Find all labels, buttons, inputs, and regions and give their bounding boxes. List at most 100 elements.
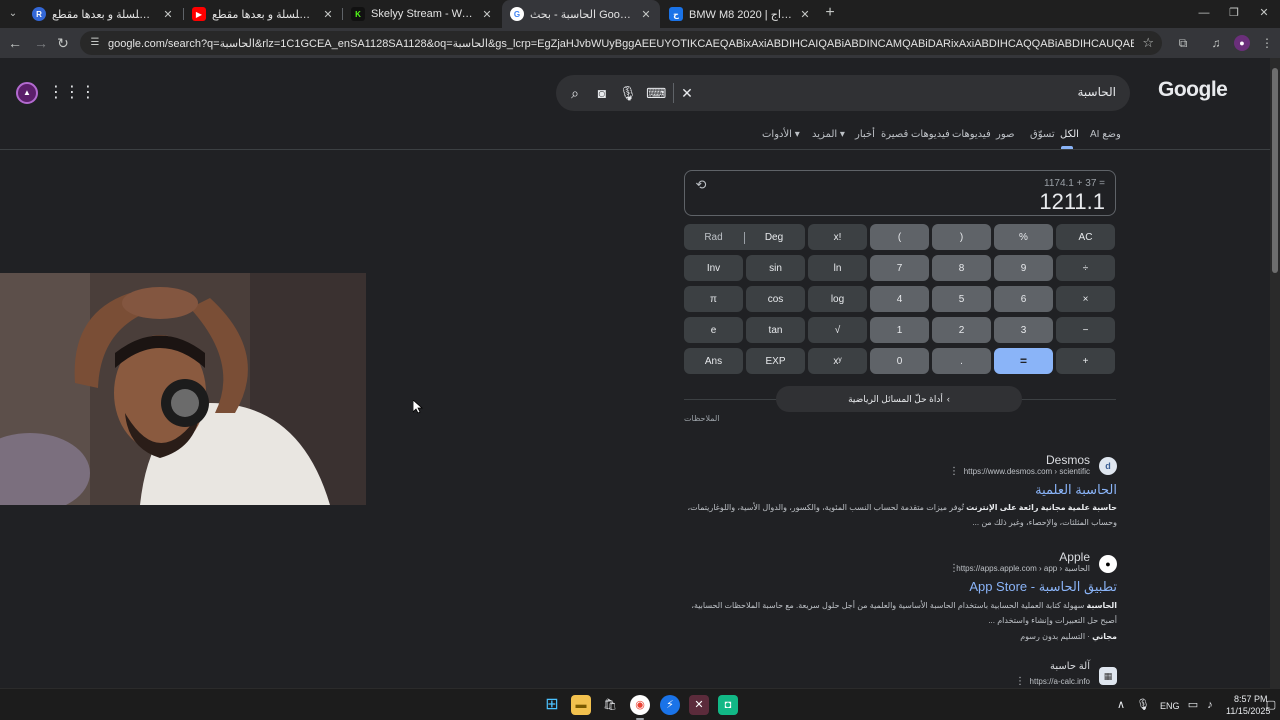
calc-key[interactable]: × xyxy=(1056,286,1115,312)
math-solver-link[interactable]: › أداة حلّ المسائل الرياضية xyxy=(776,386,1022,412)
calc-key[interactable]: x! xyxy=(808,224,867,250)
extensions-icon[interactable]: ⧉ xyxy=(1174,34,1192,52)
store-icon[interactable]: 🛍 xyxy=(600,695,620,715)
calc-key[interactable]: sin xyxy=(746,255,805,281)
calc-key[interactable]: log xyxy=(808,286,867,312)
calc-key[interactable]: e xyxy=(684,317,743,343)
notification-icon[interactable]: ▢ xyxy=(1264,698,1278,712)
result-title-link[interactable]: تطبيق الحاسبة - App Store xyxy=(969,579,1117,595)
calc-key[interactable]: √ xyxy=(808,317,867,343)
calc-key[interactable]: 2 xyxy=(932,317,991,343)
back-button[interactable]: ← xyxy=(6,34,24,52)
tab-images[interactable]: صور xyxy=(996,129,1015,140)
calc-key[interactable]: ( xyxy=(870,224,929,250)
new-tab-button[interactable]: + xyxy=(822,5,838,21)
calc-key[interactable]: EXP xyxy=(746,348,805,374)
language-indicator[interactable]: ENG xyxy=(1160,701,1180,711)
tab-ai-mode[interactable]: وضع AI xyxy=(1090,129,1121,140)
calc-key[interactable]: 1 xyxy=(870,317,929,343)
calc-key[interactable]: − xyxy=(1056,317,1115,343)
chrome-icon[interactable]: ◉ xyxy=(630,695,650,715)
keyboard-icon[interactable]: ⌨ xyxy=(646,84,666,102)
menu-kebab-icon[interactable]: ⋮ xyxy=(1258,34,1276,52)
browser-tab-active[interactable]: G الحاسبة - بحث Google ✕ xyxy=(502,0,660,28)
media-controls-icon[interactable]: ♫ xyxy=(1207,34,1225,52)
windows-start-icon[interactable]: ⊞ xyxy=(542,695,562,715)
result-site-name[interactable]: آلة حاسبة xyxy=(1050,661,1090,672)
feedback-link[interactable]: الملاحظات xyxy=(684,414,720,423)
clear-search-icon[interactable]: ✕ xyxy=(678,84,696,102)
tab-news[interactable]: أخبار xyxy=(855,129,875,140)
calc-key[interactable]: + xyxy=(1056,348,1115,374)
tab-tools[interactable]: ▾ الأدوات xyxy=(762,129,800,140)
search-icon[interactable]: ⌕ xyxy=(566,84,584,102)
tab-search-icon[interactable]: ⌄ xyxy=(4,4,22,22)
calc-key[interactable]: 4 xyxy=(870,286,929,312)
page-scrollbar[interactable] xyxy=(1270,58,1280,688)
result-title-link[interactable]: الحاسبة العلمية xyxy=(1035,482,1117,498)
calc-key[interactable]: cos xyxy=(746,286,805,312)
reload-button[interactable]: ↻ xyxy=(54,34,72,52)
capcut-icon[interactable]: ✕ xyxy=(689,695,709,715)
tab-all[interactable]: الكل xyxy=(1060,129,1079,140)
search-box[interactable]: الحاسبة ⌕ ◙ 🎙 ⌨ ✕ xyxy=(556,75,1130,111)
browser-tab[interactable]: ▶ تتكلم عن السلسلة و بعدها مقطع ✕ xyxy=(184,2,342,26)
calc-key[interactable]: 7 xyxy=(870,255,929,281)
calc-key[interactable]: ÷ xyxy=(1056,255,1115,281)
more-options-icon[interactable]: ⋮ xyxy=(1015,676,1025,687)
calc-key[interactable]: % xyxy=(994,224,1053,250)
browser-tab[interactable]: K Skelyy Stream - Watch Live on ✕ xyxy=(343,2,501,26)
close-tab-icon[interactable]: ✕ xyxy=(799,8,811,21)
clock-time[interactable]: 8:57 PM xyxy=(1234,694,1268,704)
more-options-icon[interactable]: ⋮ xyxy=(949,466,959,477)
browser-tab[interactable]: R تتكلم عن السلسلة و بعدها مقطع ✕ xyxy=(24,2,182,26)
tray-chevron-icon[interactable]: ∧ xyxy=(1114,698,1128,712)
history-icon[interactable]: ⟲ xyxy=(693,177,709,193)
close-tab-icon[interactable]: ✕ xyxy=(481,8,493,21)
result-url[interactable]: https://www.desmos.com › scientific xyxy=(964,467,1090,476)
microphone-tray-icon[interactable]: 🎙 xyxy=(1136,698,1150,712)
app-icon[interactable]: ⚡ xyxy=(660,695,680,715)
tab-more[interactable]: ▾ المزيد xyxy=(812,129,845,140)
tab-short-videos[interactable]: فيديوهات قصيرة xyxy=(881,129,950,140)
result-site-name[interactable]: Desmos xyxy=(1046,453,1090,467)
calc-key[interactable]: 5 xyxy=(932,286,991,312)
browser-tab[interactable]: ح BMW M8 2020 | موقع حراج ✕ xyxy=(661,2,819,26)
account-avatar[interactable]: ▲ xyxy=(16,82,38,104)
network-icon[interactable]: ▭ xyxy=(1186,698,1200,712)
calc-key[interactable]: Rad xyxy=(684,224,743,250)
google-apps-icon[interactable]: ⋮⋮⋮ xyxy=(48,85,96,101)
calc-key[interactable]: tan xyxy=(746,317,805,343)
game-app-icon[interactable]: ◘ xyxy=(718,695,738,715)
microphone-icon[interactable]: 🎙 xyxy=(619,84,637,102)
calc-key[interactable]: AC xyxy=(1056,224,1115,250)
lens-icon[interactable]: ◙ xyxy=(593,84,611,102)
minimize-button[interactable]: — xyxy=(1194,4,1214,22)
calc-key[interactable]: . xyxy=(932,348,991,374)
file-explorer-icon[interactable]: ▬ xyxy=(571,695,591,715)
calc-key[interactable]: 8 xyxy=(932,255,991,281)
calc-key[interactable]: 0 xyxy=(870,348,929,374)
volume-icon[interactable]: ♪ xyxy=(1203,698,1217,712)
forward-button[interactable]: → xyxy=(32,34,50,52)
calc-key[interactable]: ln xyxy=(808,255,867,281)
calc-key[interactable]: = xyxy=(994,348,1053,374)
close-tab-icon[interactable]: ✕ xyxy=(640,8,652,21)
search-query[interactable]: الحاسبة xyxy=(1077,85,1116,99)
google-logo[interactable]: Google xyxy=(1158,78,1228,102)
tab-shopping[interactable]: تسوّق xyxy=(1030,129,1055,140)
close-tab-icon[interactable]: ✕ xyxy=(322,8,334,21)
scrollbar-thumb[interactable] xyxy=(1272,68,1278,273)
webcam-overlay[interactable] xyxy=(0,273,366,505)
more-options-icon[interactable]: ⋮ xyxy=(949,563,959,574)
calc-key[interactable]: Ans xyxy=(684,348,743,374)
calc-key[interactable]: π xyxy=(684,286,743,312)
restore-button[interactable]: ❐ xyxy=(1224,4,1244,22)
calc-key[interactable]: xʸ xyxy=(808,348,867,374)
result-url[interactable]: https://apps.apple.com › app › الحاسبة xyxy=(956,564,1090,573)
calc-key[interactable]: Deg xyxy=(743,224,805,250)
profile-avatar[interactable]: ● xyxy=(1234,35,1250,51)
site-info-icon[interactable]: ☰ xyxy=(88,36,102,50)
close-tab-icon[interactable]: ✕ xyxy=(162,8,174,21)
result-url[interactable]: https://a-calc.info xyxy=(1030,677,1090,686)
